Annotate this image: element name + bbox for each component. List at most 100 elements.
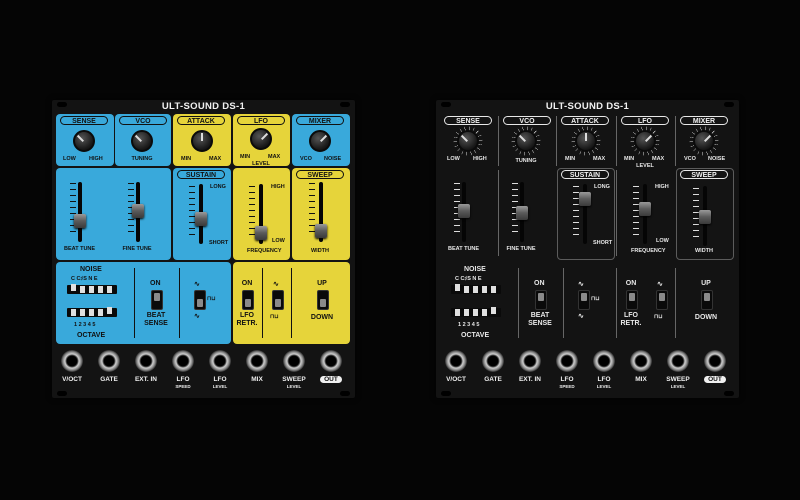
lfo-wave-square: ⊓⊔: [654, 314, 663, 320]
wave-sine-top: ∿: [578, 281, 584, 288]
lfo-wave-sine: ∿: [657, 281, 663, 288]
module-panel-colored: ULT-SOUND DS-1 SENSE VCO ATTACK LFO MIXE…: [52, 100, 355, 398]
jack-mix[interactable]: [246, 350, 268, 372]
beat-tune-slider[interactable]: [458, 204, 470, 218]
vco-tuning-knob[interactable]: [515, 130, 537, 152]
vco-wave-toggle[interactable]: [578, 290, 590, 310]
jack-mix[interactable]: [630, 350, 652, 372]
beat-sense-toggle[interactable]: [535, 290, 547, 310]
octave-dip-switch[interactable]: [67, 307, 117, 317]
beat-sense-toggle[interactable]: [151, 290, 163, 310]
sense-knob[interactable]: [457, 130, 479, 152]
lfo-level-knob[interactable]: [634, 130, 656, 152]
sense-high-label: HIGH: [89, 156, 103, 162]
octave-label: OCTAVE: [77, 332, 106, 339]
jack-lfo-speed[interactable]: [172, 350, 194, 372]
lfo-min-label: MIN: [624, 156, 635, 162]
lfo-retrigger-toggle[interactable]: [242, 290, 254, 310]
sense-label: SENSE: [60, 116, 108, 125]
mixer-noise-label: NOISE: [324, 156, 342, 162]
wave-square-label: ⊓⊔: [207, 296, 216, 302]
mount-hole: [441, 391, 451, 396]
mount-hole: [57, 102, 67, 107]
lfo-max-label: MAX: [652, 156, 665, 162]
vco-wave-toggle[interactable]: [194, 290, 206, 310]
jack-ext-in[interactable]: [519, 350, 541, 372]
attack-max-label: MAX: [593, 156, 606, 162]
noise-label: NOISE: [464, 266, 486, 273]
lfo-label: LFO: [621, 116, 669, 125]
divider: [563, 268, 564, 338]
jack-label: V/OCT: [62, 376, 82, 383]
mount-hole: [340, 391, 350, 396]
jack-sweep-level[interactable]: [283, 350, 305, 372]
sweep-direction-toggle[interactable]: [701, 290, 713, 310]
jack-lfo-level[interactable]: [593, 350, 615, 372]
lfo-level-knob[interactable]: [250, 128, 272, 150]
mixer-knob[interactable]: [693, 130, 715, 152]
attack-min-label: MIN: [565, 156, 576, 162]
noise-dip-switch[interactable]: [67, 284, 117, 294]
octave-dip-switch[interactable]: [451, 307, 501, 317]
lfo-on-label: ON: [241, 280, 253, 287]
vco-label: VCO: [119, 116, 167, 125]
jack-v-oct[interactable]: [445, 350, 467, 372]
sweep-up-label: UP: [701, 280, 711, 287]
lfo-on-label: ON: [625, 280, 637, 287]
beat-tune-slot: [78, 182, 82, 242]
sweep-label: SWEEP: [296, 170, 344, 179]
vco-tuning-knob[interactable]: [131, 130, 153, 152]
sense-knob[interactable]: [73, 130, 95, 152]
lfo-label: LFO: [237, 116, 285, 125]
sustain-long-label: LONG: [594, 184, 610, 190]
divider: [498, 116, 499, 166]
beat-on-label: ON: [150, 280, 161, 287]
jack-ext-in[interactable]: [135, 350, 157, 372]
jack-lfo-level[interactable]: [209, 350, 231, 372]
sense-low-label: LOW: [63, 156, 76, 162]
noise-dip-switch[interactable]: [451, 284, 501, 294]
sustain-slider[interactable]: [195, 212, 207, 226]
panel-title: ULT-SOUND DS-1: [161, 101, 246, 112]
beat-tune-slider[interactable]: [74, 214, 86, 228]
module-panel-dark: ULT-SOUND DS-1 SENSE VCO ATTACK LFO MIXE…: [436, 100, 739, 398]
divider: [675, 268, 676, 338]
mount-hole: [724, 391, 734, 396]
lfo-min-label: MIN: [240, 154, 251, 160]
frequency-slider[interactable]: [255, 226, 267, 240]
jack-v-oct[interactable]: [61, 350, 83, 372]
jack-out[interactable]: [320, 350, 342, 372]
lfo-wave-toggle[interactable]: [272, 290, 284, 310]
attack-knob[interactable]: [575, 130, 597, 152]
note-names: C C♯S N E: [455, 276, 482, 282]
jack-lfo-speed[interactable]: [556, 350, 578, 372]
jack-gate[interactable]: [98, 350, 120, 372]
beat-sense-label: BEAT SENSE: [528, 312, 552, 327]
attack-label: ATTACK: [177, 116, 225, 125]
lfo-retrigger-toggle[interactable]: [626, 290, 638, 310]
fine-tune-label: FINE TUNE: [122, 246, 152, 252]
beat-on-label: ON: [534, 280, 545, 287]
jack-sweep-level[interactable]: [667, 350, 689, 372]
fine-tune-slider[interactable]: [516, 206, 528, 220]
sweep-direction-toggle[interactable]: [317, 290, 329, 310]
lfo-retr-label: LFO RETR.: [620, 312, 642, 327]
sweep-width-slider[interactable]: [699, 210, 711, 224]
fine-tune-slider[interactable]: [132, 204, 144, 218]
beat-sense-label: BEAT SENSE: [144, 312, 168, 327]
jack-out[interactable]: [704, 350, 726, 372]
octave-numbers: 1 2 3 4 5: [458, 322, 480, 328]
mixer-knob[interactable]: [309, 130, 331, 152]
vco-label: VCO: [503, 116, 551, 125]
frequency-high-label: HIGH: [271, 184, 285, 190]
divider: [498, 170, 499, 256]
attack-knob[interactable]: [191, 130, 213, 152]
sustain-slider[interactable]: [579, 192, 591, 206]
lfo-wave-sine: ∿: [273, 281, 279, 288]
sweep-label: SWEEP: [680, 170, 728, 179]
jack-gate[interactable]: [482, 350, 504, 372]
divider: [616, 116, 617, 166]
lfo-wave-toggle[interactable]: [656, 290, 668, 310]
sweep-width-slider[interactable]: [315, 224, 327, 238]
frequency-slider[interactable]: [639, 202, 651, 216]
